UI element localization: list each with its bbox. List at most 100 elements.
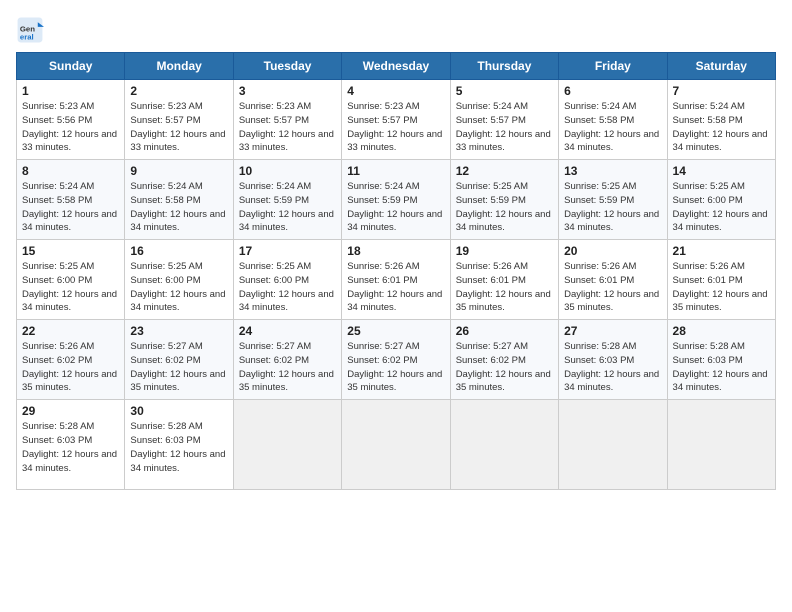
calendar-cell: 3 Sunrise: 5:23 AMSunset: 5:57 PMDayligh… (233, 80, 341, 160)
calendar-cell: 20 Sunrise: 5:26 AMSunset: 6:01 PMDaylig… (559, 240, 667, 320)
calendar-cell: 5 Sunrise: 5:24 AMSunset: 5:57 PMDayligh… (450, 80, 558, 160)
calendar-cell: 17 Sunrise: 5:25 AMSunset: 6:00 PMDaylig… (233, 240, 341, 320)
day-info: Sunrise: 5:24 AMSunset: 5:58 PMDaylight:… (130, 181, 225, 233)
calendar-cell: 23 Sunrise: 5:27 AMSunset: 6:02 PMDaylig… (125, 320, 233, 400)
calendar-cell: 18 Sunrise: 5:26 AMSunset: 6:01 PMDaylig… (342, 240, 450, 320)
day-info: Sunrise: 5:26 AMSunset: 6:01 PMDaylight:… (456, 261, 551, 313)
calendar-cell: 27 Sunrise: 5:28 AMSunset: 6:03 PMDaylig… (559, 320, 667, 400)
calendar-week-row: 15 Sunrise: 5:25 AMSunset: 6:00 PMDaylig… (17, 240, 776, 320)
day-info: Sunrise: 5:25 AMSunset: 5:59 PMDaylight:… (564, 181, 659, 233)
day-info: Sunrise: 5:24 AMSunset: 5:58 PMDaylight:… (564, 101, 659, 153)
calendar-cell: 6 Sunrise: 5:24 AMSunset: 5:58 PMDayligh… (559, 80, 667, 160)
day-info: Sunrise: 5:24 AMSunset: 5:59 PMDaylight:… (347, 181, 442, 233)
weekday-header-friday: Friday (559, 53, 667, 80)
day-number: 19 (456, 244, 553, 258)
day-number: 3 (239, 84, 336, 98)
calendar-cell: 10 Sunrise: 5:24 AMSunset: 5:59 PMDaylig… (233, 160, 341, 240)
day-info: Sunrise: 5:23 AMSunset: 5:56 PMDaylight:… (22, 101, 117, 153)
calendar-week-row: 22 Sunrise: 5:26 AMSunset: 6:02 PMDaylig… (17, 320, 776, 400)
day-info: Sunrise: 5:24 AMSunset: 5:57 PMDaylight:… (456, 101, 551, 153)
calendar-cell: 14 Sunrise: 5:25 AMSunset: 6:00 PMDaylig… (667, 160, 775, 240)
calendar-cell: 13 Sunrise: 5:25 AMSunset: 5:59 PMDaylig… (559, 160, 667, 240)
day-number: 7 (673, 84, 770, 98)
day-info: Sunrise: 5:24 AMSunset: 5:58 PMDaylight:… (22, 181, 117, 233)
day-number: 2 (130, 84, 227, 98)
day-info: Sunrise: 5:27 AMSunset: 6:02 PMDaylight:… (347, 341, 442, 393)
day-number: 4 (347, 84, 444, 98)
day-number: 1 (22, 84, 119, 98)
day-number: 11 (347, 164, 444, 178)
day-number: 9 (130, 164, 227, 178)
day-number: 29 (22, 404, 119, 418)
day-number: 16 (130, 244, 227, 258)
day-number: 26 (456, 324, 553, 338)
calendar-cell: 25 Sunrise: 5:27 AMSunset: 6:02 PMDaylig… (342, 320, 450, 400)
day-info: Sunrise: 5:27 AMSunset: 6:02 PMDaylight:… (239, 341, 334, 393)
day-number: 13 (564, 164, 661, 178)
calendar-cell: 26 Sunrise: 5:27 AMSunset: 6:02 PMDaylig… (450, 320, 558, 400)
day-info: Sunrise: 5:28 AMSunset: 6:03 PMDaylight:… (130, 421, 225, 473)
page-header: Gen eral (16, 16, 776, 44)
calendar-cell: 11 Sunrise: 5:24 AMSunset: 5:59 PMDaylig… (342, 160, 450, 240)
calendar-table: SundayMondayTuesdayWednesdayThursdayFrid… (16, 52, 776, 490)
day-info: Sunrise: 5:28 AMSunset: 6:03 PMDaylight:… (22, 421, 117, 473)
day-number: 10 (239, 164, 336, 178)
calendar-week-row: 1 Sunrise: 5:23 AMSunset: 5:56 PMDayligh… (17, 80, 776, 160)
day-info: Sunrise: 5:25 AMSunset: 6:00 PMDaylight:… (673, 181, 768, 233)
calendar-cell (233, 400, 341, 490)
day-number: 17 (239, 244, 336, 258)
weekday-header-wednesday: Wednesday (342, 53, 450, 80)
calendar-week-row: 29 Sunrise: 5:28 AMSunset: 6:03 PMDaylig… (17, 400, 776, 490)
day-info: Sunrise: 5:25 AMSunset: 6:00 PMDaylight:… (22, 261, 117, 313)
calendar-cell: 21 Sunrise: 5:26 AMSunset: 6:01 PMDaylig… (667, 240, 775, 320)
day-number: 28 (673, 324, 770, 338)
day-number: 22 (22, 324, 119, 338)
day-info: Sunrise: 5:28 AMSunset: 6:03 PMDaylight:… (673, 341, 768, 393)
day-number: 24 (239, 324, 336, 338)
day-number: 14 (673, 164, 770, 178)
day-number: 27 (564, 324, 661, 338)
day-number: 15 (22, 244, 119, 258)
day-info: Sunrise: 5:23 AMSunset: 5:57 PMDaylight:… (347, 101, 442, 153)
day-info: Sunrise: 5:26 AMSunset: 6:01 PMDaylight:… (673, 261, 768, 313)
weekday-header-thursday: Thursday (450, 53, 558, 80)
day-info: Sunrise: 5:26 AMSunset: 6:01 PMDaylight:… (347, 261, 442, 313)
weekday-header-tuesday: Tuesday (233, 53, 341, 80)
calendar-cell: 12 Sunrise: 5:25 AMSunset: 5:59 PMDaylig… (450, 160, 558, 240)
calendar-cell: 1 Sunrise: 5:23 AMSunset: 5:56 PMDayligh… (17, 80, 125, 160)
day-info: Sunrise: 5:25 AMSunset: 5:59 PMDaylight:… (456, 181, 551, 233)
calendar-cell: 7 Sunrise: 5:24 AMSunset: 5:58 PMDayligh… (667, 80, 775, 160)
day-number: 8 (22, 164, 119, 178)
calendar-cell: 4 Sunrise: 5:23 AMSunset: 5:57 PMDayligh… (342, 80, 450, 160)
logo: Gen eral (16, 16, 48, 44)
day-info: Sunrise: 5:25 AMSunset: 6:00 PMDaylight:… (239, 261, 334, 313)
calendar-cell: 24 Sunrise: 5:27 AMSunset: 6:02 PMDaylig… (233, 320, 341, 400)
weekday-header-sunday: Sunday (17, 53, 125, 80)
calendar-cell (559, 400, 667, 490)
weekday-header-saturday: Saturday (667, 53, 775, 80)
day-number: 5 (456, 84, 553, 98)
weekday-header-row: SundayMondayTuesdayWednesdayThursdayFrid… (17, 53, 776, 80)
day-info: Sunrise: 5:25 AMSunset: 6:00 PMDaylight:… (130, 261, 225, 313)
day-number: 12 (456, 164, 553, 178)
day-number: 18 (347, 244, 444, 258)
calendar-cell (667, 400, 775, 490)
day-info: Sunrise: 5:23 AMSunset: 5:57 PMDaylight:… (239, 101, 334, 153)
calendar-cell: 8 Sunrise: 5:24 AMSunset: 5:58 PMDayligh… (17, 160, 125, 240)
calendar-cell: 29 Sunrise: 5:28 AMSunset: 6:03 PMDaylig… (17, 400, 125, 490)
calendar-cell: 15 Sunrise: 5:25 AMSunset: 6:00 PMDaylig… (17, 240, 125, 320)
day-number: 6 (564, 84, 661, 98)
calendar-cell: 28 Sunrise: 5:28 AMSunset: 6:03 PMDaylig… (667, 320, 775, 400)
calendar-cell (450, 400, 558, 490)
calendar-cell: 22 Sunrise: 5:26 AMSunset: 6:02 PMDaylig… (17, 320, 125, 400)
day-info: Sunrise: 5:26 AMSunset: 6:01 PMDaylight:… (564, 261, 659, 313)
calendar-week-row: 8 Sunrise: 5:24 AMSunset: 5:58 PMDayligh… (17, 160, 776, 240)
calendar-cell: 9 Sunrise: 5:24 AMSunset: 5:58 PMDayligh… (125, 160, 233, 240)
calendar-cell: 2 Sunrise: 5:23 AMSunset: 5:57 PMDayligh… (125, 80, 233, 160)
day-number: 23 (130, 324, 227, 338)
day-info: Sunrise: 5:24 AMSunset: 5:59 PMDaylight:… (239, 181, 334, 233)
logo-icon: Gen eral (16, 16, 44, 44)
calendar-cell (342, 400, 450, 490)
day-number: 25 (347, 324, 444, 338)
day-number: 30 (130, 404, 227, 418)
